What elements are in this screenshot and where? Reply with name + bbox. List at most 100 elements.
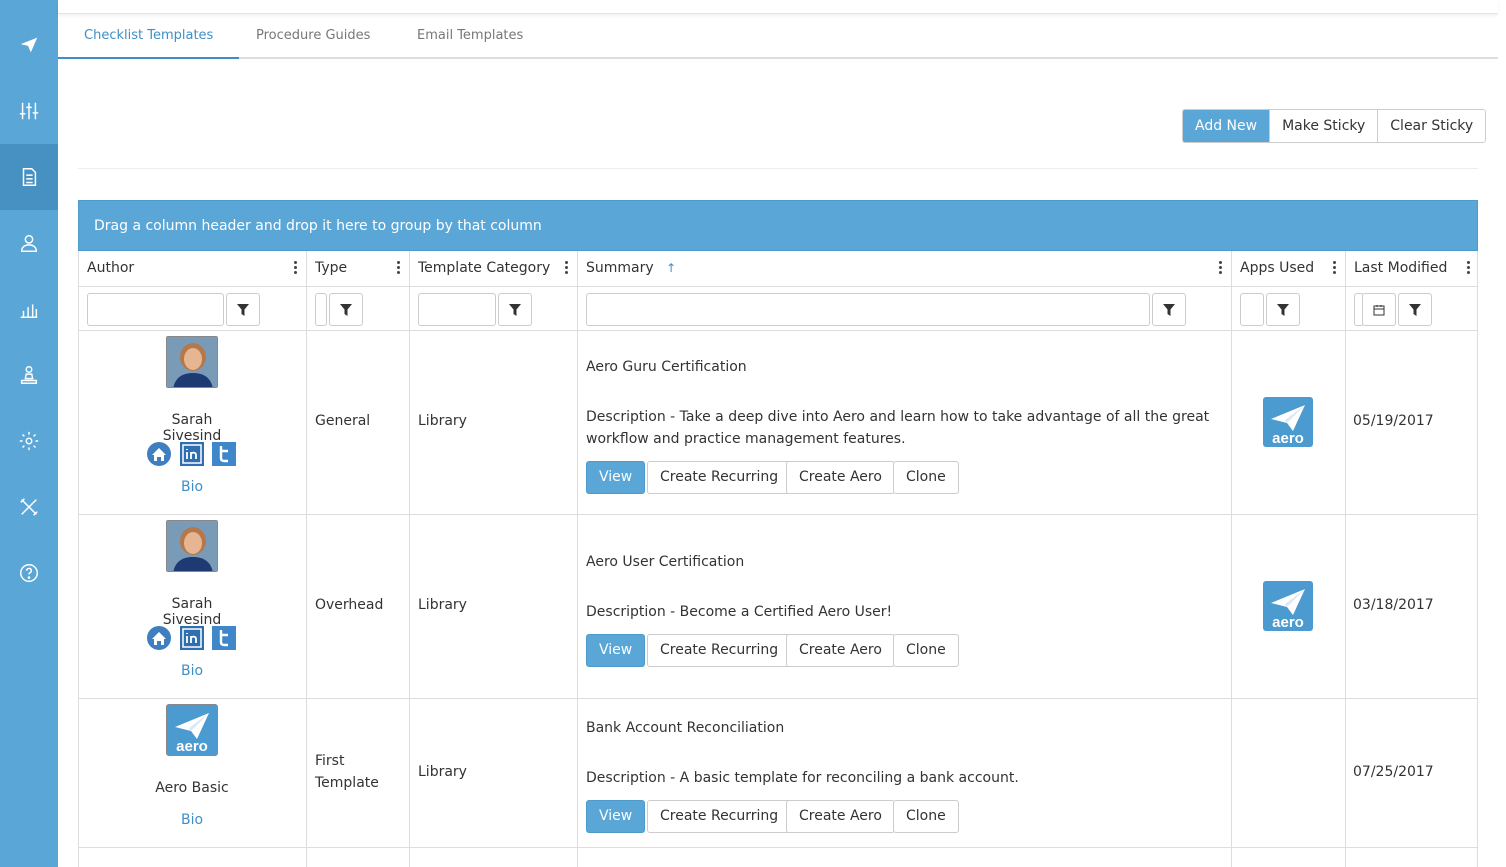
author-filter-input[interactable] bbox=[87, 293, 224, 326]
apps-menu-icon[interactable] bbox=[1333, 261, 1337, 275]
category-filter-input[interactable] bbox=[418, 293, 496, 326]
create-aero-button[interactable]: Create Aero bbox=[786, 800, 895, 833]
svg-text:aero: aero bbox=[1272, 614, 1304, 631]
filter-icon bbox=[1277, 303, 1289, 316]
create-recurring-button[interactable]: Create Recurring bbox=[647, 634, 792, 667]
filter-row bbox=[578, 286, 1231, 331]
sliders-icon bbox=[19, 102, 39, 120]
user-icon bbox=[20, 234, 38, 252]
create-aero-button[interactable]: Create Aero bbox=[786, 634, 895, 667]
category-menu-icon[interactable] bbox=[565, 261, 569, 275]
nav-tools[interactable] bbox=[0, 474, 58, 540]
nav-templates[interactable] bbox=[0, 144, 58, 210]
filter-icon bbox=[237, 303, 249, 316]
group-drop-zone[interactable]: Drag a column header and drop it here to… bbox=[78, 200, 1478, 251]
create-recurring-button[interactable]: Create Recurring bbox=[647, 461, 792, 494]
create-aero-button[interactable]: Create Aero bbox=[786, 461, 895, 494]
tab-procedure-guides[interactable]: Procedure Guides bbox=[230, 14, 396, 59]
header-author[interactable]: Author bbox=[79, 251, 306, 286]
category-filter-button[interactable] bbox=[498, 293, 532, 326]
nav-sliders[interactable] bbox=[0, 78, 58, 144]
last-modified-cell: 03/18/2017 bbox=[1353, 597, 1434, 613]
svg-text:aero: aero bbox=[176, 738, 208, 755]
type-filter-button[interactable] bbox=[329, 293, 363, 326]
apps-filter-input[interactable] bbox=[1240, 293, 1264, 326]
filter-row bbox=[307, 286, 409, 331]
twitter-icon[interactable] bbox=[212, 626, 236, 650]
type-cell: Overhead bbox=[315, 597, 384, 613]
tab-bar: Checklist Templates Procedure Guides Ema… bbox=[58, 14, 1498, 59]
header-modified[interactable]: Last Modified bbox=[1346, 251, 1477, 286]
summary-filter-button[interactable] bbox=[1152, 293, 1186, 326]
tab-checklist-templates[interactable]: Checklist Templates bbox=[58, 14, 240, 59]
clone-button[interactable]: Clone bbox=[893, 461, 959, 494]
avatar bbox=[166, 336, 218, 388]
top-bar bbox=[58, 0, 1498, 14]
paper-plane-icon bbox=[20, 37, 38, 53]
bar-chart-icon bbox=[20, 304, 38, 318]
tab-email-templates[interactable]: Email Templates bbox=[391, 14, 549, 59]
author-menu-icon[interactable] bbox=[294, 261, 298, 275]
modified-filter-button[interactable] bbox=[1398, 293, 1432, 326]
filter-icon bbox=[1409, 303, 1421, 316]
bio-link[interactable]: Bio bbox=[172, 663, 212, 679]
add-new-button[interactable]: Add New bbox=[1183, 110, 1270, 142]
nav-reports[interactable] bbox=[0, 276, 58, 342]
apps-filter-button[interactable] bbox=[1266, 293, 1300, 326]
person-stamp-icon bbox=[20, 366, 38, 384]
filter-row bbox=[1346, 286, 1477, 331]
summary-menu-icon[interactable] bbox=[1219, 261, 1223, 275]
row-divider bbox=[79, 847, 1477, 848]
filter-row bbox=[1232, 286, 1345, 331]
view-button[interactable]: View bbox=[586, 461, 646, 494]
header-type[interactable]: Type bbox=[307, 251, 409, 286]
date-picker-button[interactable] bbox=[1362, 293, 1396, 326]
clone-button[interactable]: Clone bbox=[893, 800, 959, 833]
type-filter-input[interactable] bbox=[315, 293, 327, 326]
toolbar: Add New Make Sticky Clear Sticky bbox=[1182, 109, 1487, 143]
make-sticky-button[interactable]: Make Sticky bbox=[1269, 110, 1378, 142]
create-recurring-button[interactable]: Create Recurring bbox=[647, 800, 792, 833]
summary-title: Bank Account Reconciliation bbox=[586, 720, 785, 736]
type-menu-icon[interactable] bbox=[397, 261, 401, 275]
author-name: Sarah Sivesind bbox=[162, 596, 222, 628]
nav-help[interactable] bbox=[0, 540, 58, 606]
sort-asc-icon: ↑ bbox=[666, 261, 677, 275]
document-icon bbox=[22, 168, 37, 186]
view-button[interactable]: View bbox=[586, 634, 646, 667]
linkedin-icon[interactable] bbox=[180, 626, 204, 650]
home-icon[interactable] bbox=[147, 626, 171, 650]
summary-description: Description - Become a Certified Aero Us… bbox=[586, 604, 893, 620]
filter-row bbox=[79, 286, 306, 331]
summary-filter-input[interactable] bbox=[586, 293, 1150, 326]
linkedin-icon[interactable] bbox=[180, 442, 204, 466]
modified-menu-icon[interactable] bbox=[1467, 261, 1471, 275]
type-cell: Template bbox=[315, 775, 379, 791]
filter-icon bbox=[340, 303, 352, 316]
header-apps[interactable]: Apps Used bbox=[1232, 251, 1345, 286]
nav-staff[interactable] bbox=[0, 342, 58, 408]
filter-icon bbox=[509, 303, 521, 316]
home-icon[interactable] bbox=[147, 442, 171, 466]
header-category[interactable]: Template Category bbox=[410, 251, 577, 286]
templates-grid: Author Type Template Category Summary ↑ bbox=[78, 251, 1478, 867]
nav-settings[interactable] bbox=[0, 408, 58, 474]
filter-row bbox=[410, 286, 577, 331]
summary-description: workflow and practice management feature… bbox=[586, 431, 906, 447]
last-modified-cell: 05/19/2017 bbox=[1353, 413, 1434, 429]
view-button[interactable]: View bbox=[586, 800, 646, 833]
summary-description: Description - Take a deep dive into Aero… bbox=[586, 409, 1210, 425]
aero-app-logo: aero bbox=[1263, 581, 1313, 631]
nav-send[interactable] bbox=[0, 12, 58, 78]
bio-link[interactable]: Bio bbox=[172, 479, 212, 495]
nav-contacts[interactable] bbox=[0, 210, 58, 276]
author-name: Sarah Sivesind bbox=[162, 412, 222, 444]
author-filter-button[interactable] bbox=[226, 293, 260, 326]
bio-link[interactable]: Bio bbox=[172, 812, 212, 828]
clear-sticky-button[interactable]: Clear Sticky bbox=[1377, 110, 1486, 142]
header-summary[interactable]: Summary ↑ bbox=[578, 251, 1231, 286]
sidebar bbox=[0, 0, 58, 867]
twitter-icon[interactable] bbox=[212, 442, 236, 466]
filter-icon bbox=[1163, 303, 1175, 316]
clone-button[interactable]: Clone bbox=[893, 634, 959, 667]
